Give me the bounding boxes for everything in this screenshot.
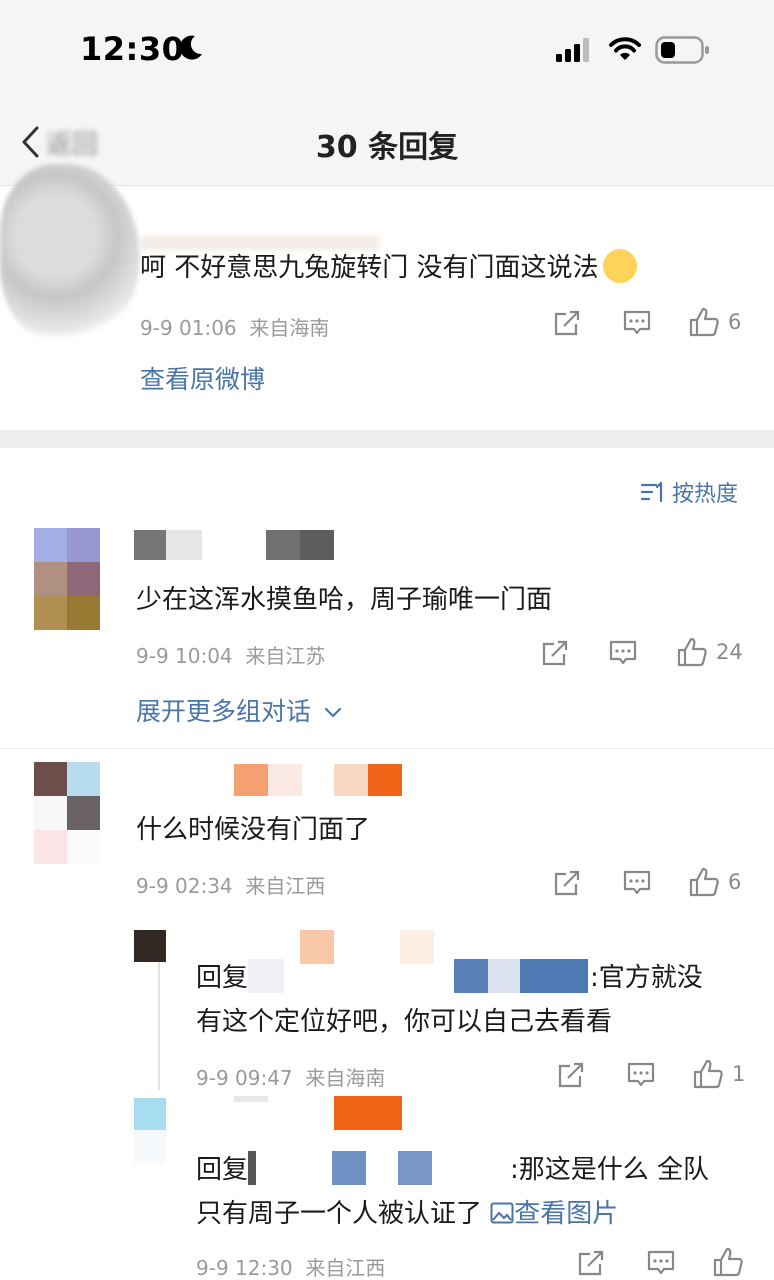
avatar[interactable] xyxy=(34,528,100,630)
like-button[interactable]: 6 xyxy=(688,306,741,338)
comment-divider xyxy=(0,748,774,749)
comment-location: 来自海南 xyxy=(305,1066,386,1090)
expand-conversation-link[interactable]: 展开更多组对话 xyxy=(136,692,343,728)
comment-text: 什么时候没有门面了 xyxy=(136,815,371,845)
comment-meta: 9-9 02:34 来自江西 xyxy=(136,870,325,899)
image-icon xyxy=(490,1202,514,1223)
repost-icon[interactable] xyxy=(576,1248,606,1278)
repost-icon[interactable] xyxy=(540,638,570,668)
original-comment-text: 呵 不好意思九兔旋转门 没有门面这说法 xyxy=(140,248,637,290)
reply-prefix: 回复 xyxy=(196,963,249,993)
like-button[interactable]: 6 xyxy=(688,866,741,898)
mention-redacted[interactable] xyxy=(248,1150,510,1185)
comment-icon[interactable] xyxy=(646,1248,676,1278)
reply-body: :那这是什么 全队 xyxy=(510,1155,710,1185)
comment-text: 少在这浑水摸鱼哈，周子瑜唯一门面 xyxy=(136,585,553,615)
thumbs-up-icon xyxy=(693,1059,723,1089)
smiling-face-emoji-icon xyxy=(602,248,637,283)
username-redacted xyxy=(234,764,402,796)
like-count: 1 xyxy=(732,1062,746,1086)
comment-time: 9-9 01:06 xyxy=(140,316,237,340)
expand-conversation-label: 展开更多组对话 xyxy=(136,697,312,726)
reply-body: :官方就没 xyxy=(590,963,703,993)
repost-icon[interactable] xyxy=(552,308,582,338)
reply-text-line1: 回复 :那这是什么 全队 xyxy=(196,1150,709,1192)
thread-connector xyxy=(158,962,160,1090)
comment-icon[interactable] xyxy=(622,308,652,338)
comment-time: 9-9 09:47 xyxy=(196,1066,293,1090)
comment-time: 9-9 02:34 xyxy=(136,874,233,898)
chevron-down-icon xyxy=(324,707,342,718)
battery-icon xyxy=(655,36,709,64)
view-original-weibo-link[interactable]: 查看原微博 xyxy=(140,360,265,396)
like-button[interactable]: 1 xyxy=(692,1058,745,1090)
comment-time: 9-9 10:04 xyxy=(136,644,233,668)
thumbs-up-icon xyxy=(689,867,719,897)
section-divider xyxy=(0,430,774,448)
reply-text-line1: 回复 :官方就没 xyxy=(196,958,703,1000)
username-redacted xyxy=(134,530,334,560)
wifi-icon xyxy=(609,37,641,60)
original-comment-body: 呵 不好意思九兔旋转门 没有门面这说法 xyxy=(140,253,599,283)
repost-icon[interactable] xyxy=(556,1060,586,1090)
thumbs-up-icon[interactable] xyxy=(712,1246,744,1278)
thumbs-up-icon xyxy=(677,637,707,667)
comment-meta: 9-9 09:47 来自海南 xyxy=(196,1062,385,1091)
reply-prefix: 回复 xyxy=(196,1155,249,1185)
comment-time: 9-9 12:30 xyxy=(196,1256,293,1280)
sort-label: 按热度 xyxy=(672,482,739,507)
like-count: 24 xyxy=(716,640,743,664)
comment-location: 来自江苏 xyxy=(245,644,326,668)
avatar[interactable] xyxy=(134,1098,166,1164)
sort-toggle[interactable]: 按热度 xyxy=(640,476,738,508)
reply-body: 只有周子一个人被认证了 xyxy=(196,1199,483,1229)
status-time: 12:30 xyxy=(80,30,185,68)
reply-text-line2: 只有周子一个人被认证了 查看图片 xyxy=(196,1194,618,1236)
like-count: 6 xyxy=(728,870,742,894)
comment-icon[interactable] xyxy=(622,868,652,898)
mention-redacted[interactable] xyxy=(248,958,590,993)
page-title: 30 条回复 xyxy=(315,130,459,165)
nav-bar: 返回 30 条回复 xyxy=(0,100,774,186)
status-bar: 12:30 xyxy=(0,0,774,100)
view-image-label: 查看图片 xyxy=(514,1199,619,1229)
username-redacted xyxy=(234,1096,404,1130)
avatar[interactable] xyxy=(134,930,166,962)
avatar[interactable] xyxy=(34,762,100,864)
like-button[interactable]: 24 xyxy=(676,636,743,668)
comment-meta: 9-9 10:04 来自江苏 xyxy=(136,640,325,669)
repost-icon[interactable] xyxy=(552,868,582,898)
comment-meta: 9-9 12:30 来自江西 xyxy=(196,1252,385,1280)
moon-icon xyxy=(179,35,202,60)
view-image-link[interactable]: 查看图片 xyxy=(490,1199,618,1229)
comment-icon[interactable] xyxy=(608,638,638,668)
comment-meta: 9-9 01:06 来自海南 xyxy=(140,312,329,341)
like-count: 6 xyxy=(728,310,742,334)
cellular-signal-icon xyxy=(556,38,589,62)
comment-location: 来自江西 xyxy=(245,874,326,898)
reply-text-line2: 有这个定位好吧，你可以自己去看看 xyxy=(196,1007,613,1037)
thumbs-up-icon xyxy=(689,307,719,337)
comment-location: 来自海南 xyxy=(249,316,330,340)
comment-location: 来自江西 xyxy=(305,1256,386,1280)
comment-icon[interactable] xyxy=(626,1060,656,1090)
sort-icon xyxy=(640,481,663,503)
